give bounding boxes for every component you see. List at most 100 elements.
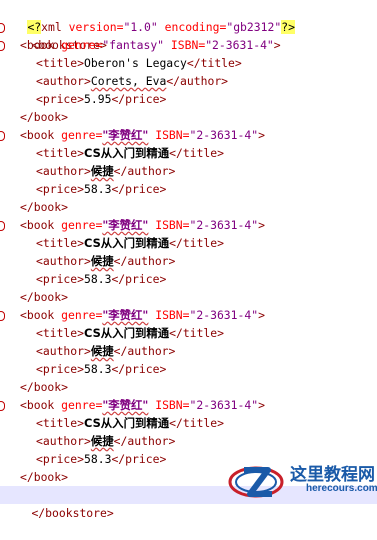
genre-value: "李赞红" xyxy=(102,218,149,232)
title-text: CS从入门到精通 xyxy=(84,326,170,340)
book-open-bracket: > xyxy=(258,218,265,232)
code-line-title[interactable]: <title>CS从入门到精通</title> xyxy=(0,234,377,252)
watermark-url: herecours.com xyxy=(306,483,377,494)
code-line-price[interactable]: <price>58.3</price> xyxy=(0,180,377,198)
watermark-name: 这里教程网 xyxy=(290,465,375,485)
code-line-book-close[interactable]: </book> xyxy=(0,198,377,216)
book-close-tag: </book> xyxy=(20,290,69,304)
author-text: 候捷 xyxy=(90,254,114,268)
price-close-tag: </price> xyxy=(111,362,167,376)
isbn-attr: ISBN= xyxy=(148,308,190,322)
price-open-tag: <price> xyxy=(36,452,85,466)
genre-attr: genre= xyxy=(54,218,103,232)
title-open-tag: <title> xyxy=(36,146,85,160)
genre-value: "李赞红" xyxy=(102,398,149,412)
code-line-price[interactable]: <price>58.3</price> xyxy=(0,360,377,378)
code-line-declaration[interactable]: <?xml version="1.0" encoding="gb2312"?> xyxy=(0,0,377,34)
book-open-bracket: > xyxy=(258,308,265,322)
code-line-book-open[interactable]: <book genre="李赞红" ISBN="2-3631-4"> xyxy=(0,216,377,234)
title-open-tag: <title> xyxy=(36,416,85,430)
code-line-author[interactable]: <author>Corets, Eva</author> xyxy=(0,72,377,90)
title-open-tag: <title> xyxy=(36,326,85,340)
code-line-book-close[interactable]: </book> xyxy=(0,288,377,306)
code-line-book-open[interactable]: <book genre="李赞红" ISBN="2-3631-4"> xyxy=(0,126,377,144)
title-text: Oberon's Legacy xyxy=(84,56,187,70)
book-open-tag: <book xyxy=(20,128,55,142)
title-close-tag: </title> xyxy=(186,56,242,70)
isbn-attr: ISBN= xyxy=(148,128,190,142)
genre-value: "李赞红" xyxy=(102,308,149,322)
author-close-tag: </author> xyxy=(166,74,229,88)
genre-value: "fantasy" xyxy=(102,38,165,52)
book-close-tag: </book> xyxy=(20,470,69,484)
fold-marker-icon[interactable] xyxy=(0,23,5,33)
code-line-price[interactable]: <price>58.3</price> xyxy=(0,270,377,288)
price-text: 58.3 xyxy=(84,182,112,196)
book-open-tag: <book xyxy=(20,308,55,322)
price-text: 58.3 xyxy=(84,362,112,376)
price-close-tag: </price> xyxy=(111,182,167,196)
author-close-tag: </author> xyxy=(113,344,176,358)
author-text: 候捷 xyxy=(90,164,114,178)
bookstore-close-tag: </bookstore> xyxy=(31,506,114,520)
book-open-bracket: > xyxy=(258,398,265,412)
code-line-title[interactable]: <title>CS从入门到精通</title> xyxy=(0,414,377,432)
genre-attr: genre= xyxy=(54,398,103,412)
code-line-bookstore-open[interactable]: <bookstore> xyxy=(0,18,377,52)
price-close-tag: </price> xyxy=(111,452,167,466)
title-close-tag: </title> xyxy=(169,236,225,250)
author-close-tag: </author> xyxy=(113,164,176,178)
title-open-tag: <title> xyxy=(36,236,85,250)
author-text: 候捷 xyxy=(90,344,114,358)
genre-attr: genre= xyxy=(54,38,103,52)
code-line-title[interactable]: <title>Oberon's Legacy</title> xyxy=(0,54,377,72)
code-line-author[interactable]: <author>候捷</author> xyxy=(0,252,377,270)
code-line-author[interactable]: <author>候捷</author> xyxy=(0,432,377,450)
isbn-attr: ISBN= xyxy=(148,218,190,232)
price-text: 58.3 xyxy=(84,272,112,286)
title-close-tag: </title> xyxy=(169,146,225,160)
price-open-tag: <price> xyxy=(36,272,85,286)
xml-editor[interactable]: <?xml version="1.0" encoding="gb2312"?> … xyxy=(0,0,377,520)
code-line-book-open[interactable]: <book genre="李赞红" ISBN="2-3631-4"> xyxy=(0,396,377,414)
code-line-book-close[interactable]: </book> xyxy=(0,378,377,396)
book-close-tag: </book> xyxy=(20,200,69,214)
book-open-bracket: > xyxy=(258,128,265,142)
genre-attr: genre= xyxy=(54,128,103,142)
watermark-logo: 这里教程网 herecours.com xyxy=(228,458,377,502)
code-line-book-close[interactable]: </book> xyxy=(0,108,377,126)
author-open-tag: <author> xyxy=(36,344,91,358)
price-text: 5.95 xyxy=(84,92,112,106)
book-open-bracket: > xyxy=(273,38,281,52)
title-close-tag: </title> xyxy=(169,416,225,430)
book-open-tag: <book xyxy=(20,218,55,232)
isbn-value: "2-3631-4" xyxy=(189,128,259,142)
genre-attr: genre= xyxy=(54,308,103,322)
price-open-tag: <price> xyxy=(36,182,85,196)
author-close-tag: </author> xyxy=(113,254,176,268)
isbn-attr: ISBN= xyxy=(148,398,190,412)
genre-value: "李赞红" xyxy=(102,128,149,142)
title-open-tag: <title> xyxy=(36,56,85,70)
price-text: 58.3 xyxy=(84,452,112,466)
isbn-value: "2-3631-4" xyxy=(189,218,259,232)
book-open-tag: <book xyxy=(20,38,55,52)
code-line-book-open[interactable]: <book genre="fantasy" ISBN="2-3631-4"> xyxy=(0,36,377,54)
author-open-tag: <author> xyxy=(36,434,91,448)
code-line-book-open[interactable]: <book genre="李赞红" ISBN="2-3631-4"> xyxy=(0,306,377,324)
isbn-value: "2-3631-4" xyxy=(189,398,259,412)
code-line-author[interactable]: <author>候捷</author> xyxy=(0,342,377,360)
book-open-tag: <book xyxy=(20,398,55,412)
code-line-price[interactable]: <price>5.95</price> xyxy=(0,90,377,108)
book-close-tag: </book> xyxy=(20,380,69,394)
book-close-tag: </book> xyxy=(20,110,69,124)
author-open-tag: <author> xyxy=(36,164,91,178)
isbn-attr: ISBN= xyxy=(164,38,206,52)
isbn-value: "2-3631-4" xyxy=(189,308,259,322)
price-open-tag: <price> xyxy=(36,362,85,376)
code-line-title[interactable]: <title>CS从入门到精通</title> xyxy=(0,324,377,342)
code-line-author[interactable]: <author>候捷</author> xyxy=(0,162,377,180)
title-text: CS从入门到精通 xyxy=(84,146,170,160)
code-line-title[interactable]: <title>CS从入门到精通</title> xyxy=(0,144,377,162)
title-text: CS从入门到精通 xyxy=(84,416,170,430)
